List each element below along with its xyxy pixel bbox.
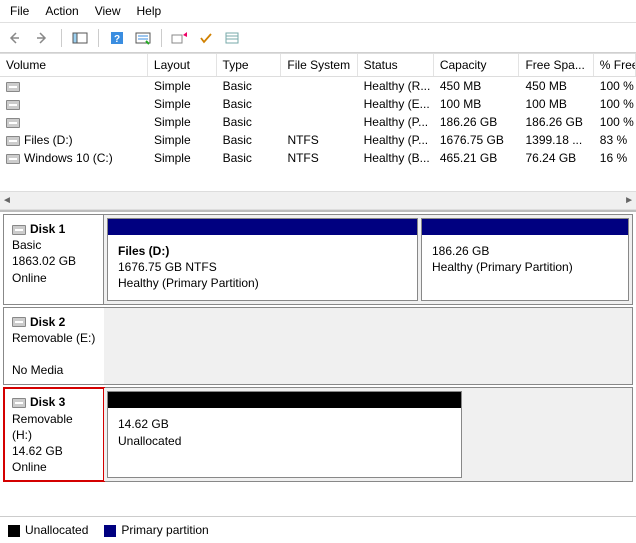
disk-3-name: Disk 3 bbox=[30, 395, 65, 409]
partition-size: 14.62 GB bbox=[118, 416, 451, 432]
volume-row[interactable]: SimpleBasicHealthy (R...450 MB450 MB100 … bbox=[0, 77, 636, 95]
checkmark-button[interactable] bbox=[195, 27, 217, 49]
disk-3-label: Disk 3 Removable (H:) 14.62 GB Online bbox=[4, 388, 104, 481]
disk-1-state: Online bbox=[12, 271, 47, 285]
show-hide-console-tree-button[interactable] bbox=[69, 27, 91, 49]
volume-row[interactable]: Files (D:)SimpleBasicNTFSHealthy (P...16… bbox=[0, 131, 636, 149]
horizontal-scrollbar[interactable]: ◄ ► bbox=[0, 191, 636, 209]
legend: Unallocated Primary partition bbox=[0, 516, 636, 543]
svg-text:?: ? bbox=[114, 34, 120, 45]
volume-list: Volume Layout Type File System Status Ca… bbox=[0, 53, 636, 210]
header-free[interactable]: Free Spa... bbox=[519, 54, 593, 76]
disk-2-state: No Media bbox=[12, 363, 63, 377]
header-filesystem[interactable]: File System bbox=[281, 54, 357, 76]
settings-button[interactable] bbox=[169, 27, 191, 49]
disk-3-state: Online bbox=[12, 460, 47, 474]
disk-2[interactable]: Disk 2 Removable (E:) No Media bbox=[3, 307, 633, 386]
partition-size: 186.26 GB bbox=[432, 243, 618, 259]
disk-3-size: 14.62 GB bbox=[12, 444, 63, 458]
disk-1[interactable]: Disk 1 Basic 1863.02 GB Online Files (D:… bbox=[3, 214, 633, 305]
header-volume[interactable]: Volume bbox=[0, 54, 148, 76]
partition-size: 1676.75 GB NTFS bbox=[118, 259, 407, 275]
disk-1-partition-2[interactable]: 186.26 GB Healthy (Primary Partition) bbox=[421, 218, 629, 301]
disk-2-type: Removable (E:) bbox=[12, 331, 95, 345]
toolbar: ? bbox=[0, 23, 636, 53]
partition-type-bar bbox=[422, 219, 628, 235]
header-percent[interactable]: % Free bbox=[594, 54, 636, 76]
disk-icon bbox=[12, 398, 26, 408]
disk-2-name: Disk 2 bbox=[30, 315, 65, 329]
action-list-button[interactable] bbox=[132, 27, 154, 49]
partition-title: Files (D:) bbox=[118, 243, 407, 259]
partition-status: Healthy (Primary Partition) bbox=[118, 275, 407, 291]
legend-unallocated: Unallocated bbox=[8, 523, 88, 537]
scroll-left-icon[interactable]: ◄ bbox=[2, 195, 12, 206]
disk-icon bbox=[12, 317, 26, 327]
menu-view[interactable]: View bbox=[95, 4, 121, 18]
disk-3-partition-1[interactable]: 14.62 GB Unallocated bbox=[107, 391, 462, 478]
separator bbox=[61, 29, 62, 47]
menu-action[interactable]: Action bbox=[45, 4, 78, 18]
volume-row[interactable]: SimpleBasicHealthy (E...100 MB100 MB100 … bbox=[0, 95, 636, 113]
disk-1-size: 1863.02 GB bbox=[12, 254, 76, 268]
menu-bar: File Action View Help bbox=[0, 0, 636, 23]
disk-icon bbox=[12, 225, 26, 235]
partition-status: Unallocated bbox=[118, 433, 451, 449]
disk-2-label: Disk 2 Removable (E:) No Media bbox=[4, 308, 104, 385]
disk-1-name: Disk 1 bbox=[30, 222, 65, 236]
header-layout[interactable]: Layout bbox=[148, 54, 217, 76]
partition-status: Healthy (Primary Partition) bbox=[432, 259, 618, 275]
disk-1-type: Basic bbox=[12, 238, 41, 252]
header-type[interactable]: Type bbox=[217, 54, 282, 76]
legend-swatch-blue bbox=[104, 525, 116, 537]
disk-1-partition-1[interactable]: Files (D:) 1676.75 GB NTFS Healthy (Prim… bbox=[107, 218, 418, 301]
header-capacity[interactable]: Capacity bbox=[434, 54, 520, 76]
menu-file[interactable]: File bbox=[10, 4, 29, 18]
disk-3-type: Removable (H:) bbox=[12, 412, 73, 442]
column-headers: Volume Layout Type File System Status Ca… bbox=[0, 53, 636, 77]
scroll-right-icon[interactable]: ► bbox=[624, 195, 634, 206]
disk-graphical-view: Disk 1 Basic 1863.02 GB Online Files (D:… bbox=[0, 210, 636, 516]
partition-type-bar bbox=[108, 219, 417, 235]
legend-primary: Primary partition bbox=[104, 523, 208, 537]
menu-help[interactable]: Help bbox=[137, 4, 162, 18]
separator bbox=[98, 29, 99, 47]
separator bbox=[161, 29, 162, 47]
back-button[interactable] bbox=[6, 27, 28, 49]
legend-swatch-black bbox=[8, 525, 20, 537]
volume-row[interactable]: Windows 10 (C:)SimpleBasicNTFSHealthy (B… bbox=[0, 149, 636, 167]
volume-rows: SimpleBasicHealthy (R...450 MB450 MB100 … bbox=[0, 77, 636, 167]
help-button[interactable]: ? bbox=[106, 27, 128, 49]
disk-1-label: Disk 1 Basic 1863.02 GB Online bbox=[4, 215, 104, 304]
partition-type-bar bbox=[108, 392, 461, 408]
volume-row[interactable]: SimpleBasicHealthy (P...186.26 GB186.26 … bbox=[0, 113, 636, 131]
disk-3[interactable]: Disk 3 Removable (H:) 14.62 GB Online 14… bbox=[3, 387, 633, 482]
list-view-button[interactable] bbox=[221, 27, 243, 49]
header-status[interactable]: Status bbox=[358, 54, 434, 76]
forward-button[interactable] bbox=[32, 27, 54, 49]
